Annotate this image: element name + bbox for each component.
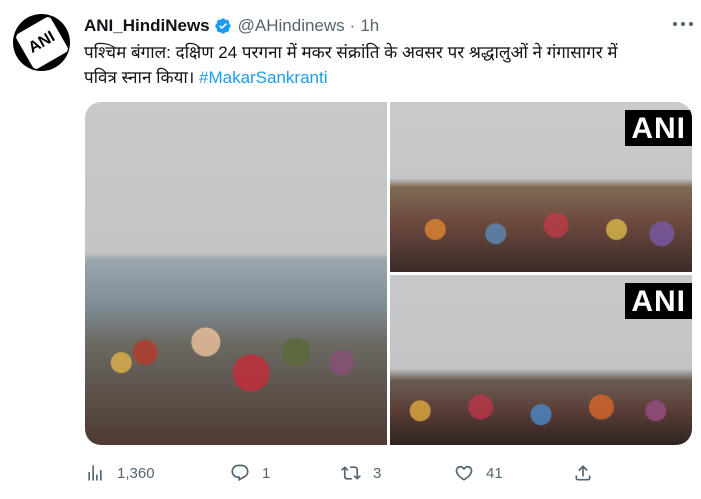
avatar[interactable]: ANI bbox=[13, 14, 70, 71]
verified-badge-icon bbox=[214, 18, 231, 34]
tweet-text-line-1: पश्चिम बंगाल: दक्षिण 24 परगना में मकर सं… bbox=[84, 43, 618, 62]
reply-icon bbox=[231, 464, 249, 482]
tweet-text-line-2: पवित्र स्नान किया। #MakarSankranti bbox=[84, 65, 684, 90]
photo-3-crowd-fill bbox=[390, 368, 692, 445]
views-button[interactable]: 1,360 bbox=[85, 460, 155, 486]
photo-3-crowd[interactable]: ANI bbox=[390, 275, 692, 445]
ani-watermark: ANI bbox=[625, 110, 692, 146]
photo-2-crowd[interactable]: ANI bbox=[390, 102, 692, 272]
retweet-count: 3 bbox=[373, 464, 382, 482]
avatar-logo-text: ANI bbox=[14, 15, 69, 70]
share-button[interactable] bbox=[573, 460, 593, 486]
reply-count: 1 bbox=[262, 464, 271, 482]
hashtag-link[interactable]: #MakarSankranti bbox=[199, 68, 328, 87]
media-grid: ANI ANI bbox=[85, 102, 692, 445]
like-button[interactable]: 41 bbox=[454, 460, 503, 486]
user-handle[interactable]: @AHindinews bbox=[238, 16, 345, 36]
reply-button[interactable]: 1 bbox=[230, 460, 270, 486]
tweet-text-line-2-content: पवित्र स्नान किया। bbox=[84, 68, 199, 87]
views-icon bbox=[88, 465, 102, 481]
display-name[interactable]: ANI_HindiNews bbox=[84, 16, 210, 36]
retweet-button[interactable]: 3 bbox=[341, 460, 381, 486]
tweet-timestamp[interactable]: 1h bbox=[360, 16, 379, 36]
like-icon bbox=[455, 465, 473, 481]
photo-2-crowd-fill bbox=[390, 187, 692, 272]
tweet-actions: 1,360 1 3 41 bbox=[85, 460, 605, 486]
photo-1-bathing-pilgrims[interactable] bbox=[85, 102, 387, 445]
share-icon bbox=[575, 465, 591, 481]
tweet-text: पश्चिम बंगाल: दक्षिण 24 परगना में मकर सं… bbox=[84, 40, 684, 90]
views-count: 1,360 bbox=[117, 464, 155, 482]
separator-dot: · bbox=[349, 16, 356, 35]
photo-1-crowd bbox=[85, 239, 387, 445]
retweet-icon bbox=[341, 466, 361, 480]
like-count: 41 bbox=[486, 464, 503, 482]
more-icon[interactable] bbox=[673, 14, 693, 34]
tweet-header: ANI_HindiNews @AHindinews · 1h bbox=[84, 14, 691, 38]
ani-watermark: ANI bbox=[625, 283, 692, 319]
